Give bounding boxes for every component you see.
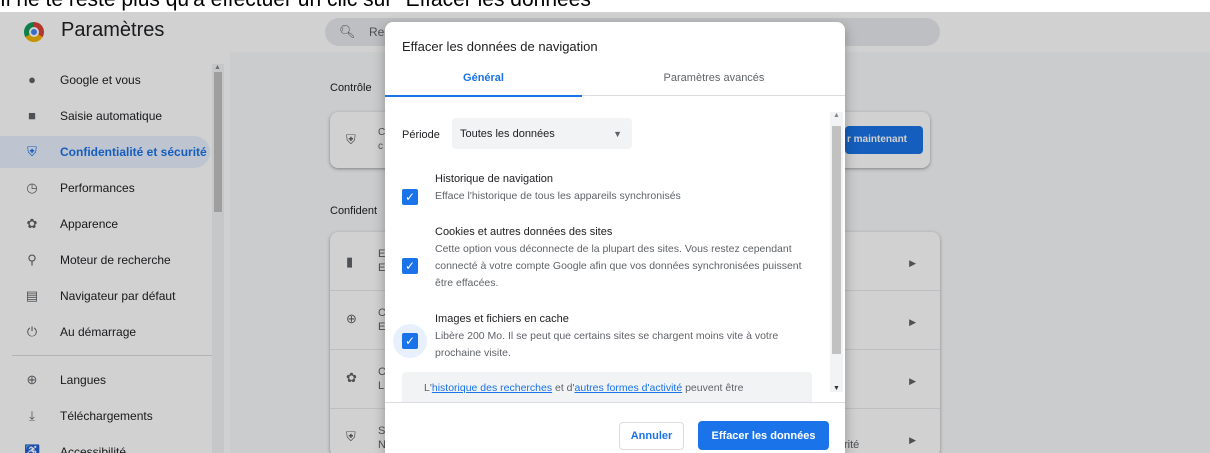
- dialog-scrollbar[interactable]: ▲ ▼: [830, 112, 843, 392]
- info-suffix: peuvent être: [682, 382, 744, 394]
- dialog-body: Période Toutes les données ▼ ✓ Historiqu…: [385, 97, 845, 402]
- dialog-footer: Annuler Effacer les données: [385, 402, 845, 453]
- scroll-down-icon[interactable]: ▼: [833, 385, 840, 392]
- clear-data-button[interactable]: Effacer les données: [698, 421, 829, 450]
- cancel-button[interactable]: Annuler: [619, 422, 684, 450]
- option-description: Libère 200 Mo. Il se peut que certains s…: [435, 330, 779, 359]
- option-title: Images et fichiers en cache: [435, 313, 569, 325]
- history-checkbox[interactable]: ✓: [402, 189, 418, 205]
- tab-general[interactable]: Général: [385, 66, 582, 97]
- search-history-link[interactable]: historique des recherches: [432, 382, 552, 394]
- other-activity-link[interactable]: autres formes d'activité: [575, 382, 683, 394]
- option-description: Cette option vous déconnecte de la plupa…: [435, 243, 802, 289]
- scroll-up-icon[interactable]: ▲: [833, 112, 840, 119]
- cache-checkbox[interactable]: ✓: [402, 333, 418, 349]
- dialog-tabs: Général Paramètres avancés: [385, 66, 845, 97]
- option-description: Efface l'historique de tous les appareil…: [435, 190, 681, 202]
- search-history-info: L'historique des recherches et d'autres …: [402, 372, 812, 402]
- period-label: Période: [402, 129, 440, 141]
- chevron-down-icon: ▼: [613, 129, 622, 139]
- tab-advanced[interactable]: Paramètres avancés: [614, 66, 814, 96]
- dialog-scroll-thumb[interactable]: [832, 126, 841, 354]
- clear-browsing-data-dialog: Effacer les données de navigation Généra…: [385, 22, 845, 453]
- info-text: L'historique des recherches et d'autres …: [424, 382, 743, 394]
- info-prefix: L': [424, 382, 432, 394]
- option-title: Cookies et autres données des sites: [435, 226, 613, 238]
- period-select[interactable]: Toutes les données ▼: [452, 118, 632, 149]
- period-value: Toutes les données: [460, 128, 555, 140]
- chrome-settings-window: Paramètres 🔍︎ Re ● Google et vous ■ Sais…: [0, 12, 1210, 453]
- option-title: Historique de navigation: [435, 173, 554, 185]
- dialog-title: Effacer les données de navigation: [402, 39, 598, 54]
- cookies-checkbox[interactable]: ✓: [402, 258, 418, 274]
- instruction-caption: Il ne te reste plus qu'à effectuer un cl…: [0, 0, 598, 12]
- info-middle: et d': [552, 382, 575, 394]
